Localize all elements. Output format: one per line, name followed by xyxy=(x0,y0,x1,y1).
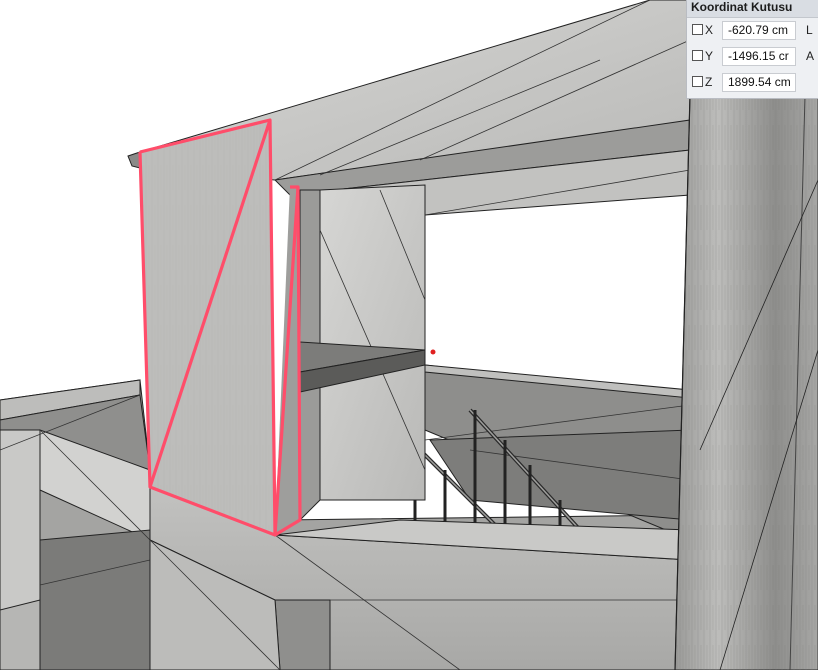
z-axis-label: Z xyxy=(705,75,713,89)
x-suffix-label: L xyxy=(806,23,813,37)
y-value-input[interactable]: -1496.15 cr xyxy=(722,47,796,66)
y-lock-checkbox[interactable] xyxy=(692,50,703,61)
y-suffix-label: A xyxy=(806,49,815,63)
coordinate-box-title: Koordinat Kutusu xyxy=(687,0,818,18)
z-value-input[interactable]: 1899.54 cm xyxy=(722,73,796,92)
coordinate-row-x: X -620.79 cm L xyxy=(687,20,818,42)
x-axis-label: X xyxy=(705,23,714,37)
z-lock-checkbox[interactable] xyxy=(692,76,703,87)
x-value-input[interactable]: -620.79 cm xyxy=(722,21,796,40)
coordinate-box-panel: Koordinat Kutusu X -620.79 cm L Y -1496.… xyxy=(686,0,818,99)
right-pillar[interactable] xyxy=(674,94,818,670)
y-axis-label: Y xyxy=(705,49,714,63)
cursor-point-icon xyxy=(430,349,436,355)
3d-viewport[interactable] xyxy=(0,0,818,670)
coordinate-row-y: Y -1496.15 cr A xyxy=(687,46,818,68)
coordinate-row-z: Z 1899.54 cm xyxy=(687,72,818,94)
x-lock-checkbox[interactable] xyxy=(692,24,703,35)
